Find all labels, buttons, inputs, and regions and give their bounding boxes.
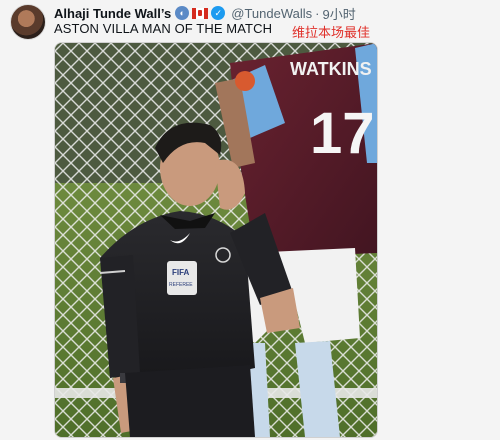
fifa-patch-text: FIFA [172, 268, 190, 277]
globe-icon: ◐ [175, 6, 190, 20]
separator-dot: · [315, 5, 320, 21]
author-handle[interactable]: @TundeWalls [231, 6, 312, 21]
tweet-text: ASTON VILLA MAN OF THE MATCH [54, 21, 273, 36]
author-avatar[interactable] [10, 4, 46, 40]
photo-referee-and-player: WATKINS 17 FIFA REFEREE [55, 43, 377, 437]
player-shirt-number: 17 [310, 101, 375, 166]
verified-badge-icon: ✓ [211, 6, 226, 20]
author-name[interactable]: Alhaji Tunde Wall’s [54, 6, 171, 21]
tweet-timestamp[interactable]: 9小时 [322, 4, 355, 23]
fifa-patch-subtext: REFEREE [169, 282, 193, 288]
author-badges: ◐ ✓ [175, 6, 226, 20]
player-shirt-name: WATKINS [290, 59, 372, 79]
tweet-photo[interactable]: WATKINS 17 FIFA REFEREE [54, 42, 378, 438]
canada-flag-icon [192, 7, 209, 19]
tweet-card[interactable]: Alhaji Tunde Wall’s ◐ ✓ @TundeWalls · 9小… [0, 0, 500, 440]
tweet-header: Alhaji Tunde Wall’s ◐ ✓ @TundeWalls · 9小… [54, 4, 356, 22]
translation-text: 维拉本场最佳 [292, 25, 371, 40]
